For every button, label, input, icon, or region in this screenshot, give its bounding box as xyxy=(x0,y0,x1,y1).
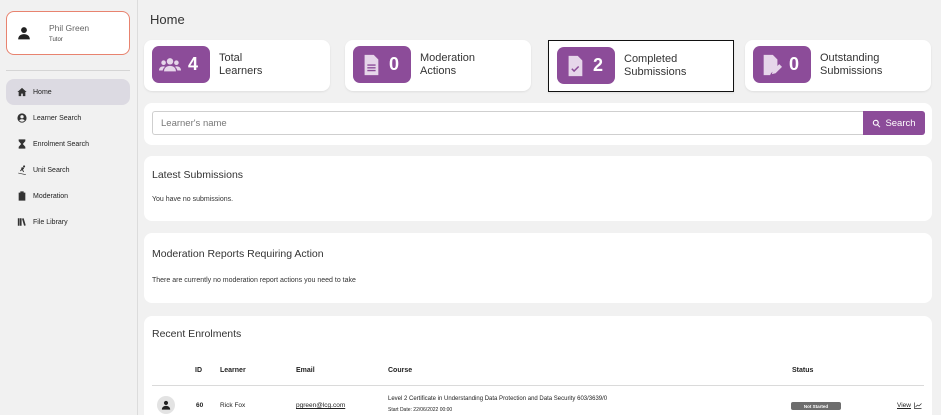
sidebar-divider xyxy=(6,70,130,71)
learner-search-card: Search xyxy=(144,103,932,145)
sidebar-item-label: Unit Search xyxy=(33,166,70,174)
document-lines-icon xyxy=(364,54,379,75)
hourglass-icon xyxy=(18,139,26,149)
learner-name-input[interactable] xyxy=(152,111,864,135)
sidebar-item-learner-search[interactable]: Learner Search xyxy=(6,105,130,131)
status-badge: Not Started xyxy=(791,402,841,410)
search-button-label: Search xyxy=(885,117,916,129)
clipboard-icon xyxy=(18,191,26,201)
user-name: Phil Green xyxy=(49,23,90,33)
column-header-learner: Learner xyxy=(220,367,246,374)
stat-label: Moderation Actions xyxy=(420,52,475,78)
stat-label-line1: Moderation xyxy=(420,52,476,64)
learner-email-link[interactable]: pgreen@lcg.com xyxy=(296,402,345,409)
sidebar-nav: Home Learner Search Enrolment Search Uni… xyxy=(6,79,130,235)
sidebar-item-label: Home xyxy=(33,88,52,96)
user-avatar-icon xyxy=(161,400,171,410)
stat-card-completed-submissions[interactable]: 2 Completed Submissions xyxy=(548,40,734,92)
learner-avatar xyxy=(157,396,175,414)
enrolment-id: 60 xyxy=(196,402,204,409)
stat-card-outstanding-submissions[interactable]: 0 Outstanding Submissions xyxy=(745,40,931,91)
sidebar-item-label: Enrolment Search xyxy=(33,140,90,148)
latest-submissions-title: Latest Submissions xyxy=(152,169,244,181)
stat-label-line2: Actions xyxy=(420,65,457,77)
people-group-icon xyxy=(159,57,181,71)
stat-badge: 2 xyxy=(557,47,615,84)
recent-enrolments-title: Recent Enrolments xyxy=(152,328,242,340)
stat-label-line1: Completed xyxy=(624,53,678,65)
sidebar-item-unit-search[interactable]: Unit Search xyxy=(6,157,130,183)
skier-icon xyxy=(18,165,26,175)
sidebar-item-label: Learner Search xyxy=(33,114,82,122)
stat-count: 0 xyxy=(789,54,800,74)
header-divider xyxy=(152,385,924,386)
stat-label: Completed Submissions xyxy=(624,53,686,79)
home-icon xyxy=(17,87,27,97)
learner-name: Rick Fox xyxy=(220,402,246,409)
course-name: Level 2 Certificate in Understanding Dat… xyxy=(388,396,608,402)
person-circle-icon xyxy=(17,113,27,123)
chart-trend-icon xyxy=(914,402,922,409)
stat-card-moderation-actions[interactable]: 0 Moderation Actions xyxy=(345,40,531,91)
stat-badge: 0 xyxy=(353,46,411,83)
column-header-course: Course xyxy=(388,367,413,374)
library-books-icon xyxy=(17,218,26,226)
stat-label: Outstanding Submissions xyxy=(820,52,882,78)
view-link-label: View xyxy=(897,402,911,409)
page-title: Home xyxy=(150,12,185,27)
sidebar-item-moderation[interactable]: Moderation xyxy=(6,183,130,209)
user-card[interactable]: Phil Green Tutor xyxy=(6,11,130,55)
search-button[interactable]: Search xyxy=(863,111,925,135)
stat-label-line2: Submissions xyxy=(624,66,687,78)
latest-submissions-empty: You have no submissions. xyxy=(152,196,234,203)
stat-badge: 4 xyxy=(152,46,210,83)
sidebar-item-label: File Library xyxy=(33,218,68,226)
sidebar-item-enrolment-search[interactable]: Enrolment Search xyxy=(6,131,130,157)
user-avatar-icon xyxy=(18,27,30,40)
sidebar-item-home[interactable]: Home xyxy=(6,79,130,105)
course-start-date: Start Date: 22/06/2022 00:00 xyxy=(388,407,453,413)
search-icon xyxy=(873,119,881,128)
sidebar: Phil Green Tutor Home Learner Search Enr… xyxy=(0,0,138,415)
user-role: Tutor xyxy=(49,37,63,43)
stat-count: 4 xyxy=(188,54,199,74)
column-header-status: Status xyxy=(792,367,814,374)
column-header-id: ID xyxy=(195,367,202,374)
view-enrolment-link[interactable]: View xyxy=(897,402,922,409)
stat-badge: 0 xyxy=(753,46,811,83)
stat-card-total-learners[interactable]: 4 Total Learners xyxy=(144,40,330,91)
stat-label-line2: Submissions xyxy=(820,65,883,77)
moderation-reports-title: Moderation Reports Requiring Action xyxy=(152,248,324,260)
document-edit-icon xyxy=(763,54,782,75)
column-header-email: Email xyxy=(296,367,315,374)
latest-submissions-panel: Latest Submissions You have no submissio… xyxy=(144,156,932,221)
stat-label-line2: Learners xyxy=(219,65,263,77)
document-check-icon xyxy=(568,55,583,76)
moderation-reports-empty: There are currently no moderation report… xyxy=(152,277,356,284)
sidebar-item-file-library[interactable]: File Library xyxy=(6,209,130,235)
stat-label-line1: Outstanding xyxy=(820,52,880,64)
stat-count: 0 xyxy=(389,54,400,74)
stat-count: 2 xyxy=(593,55,604,75)
moderation-reports-panel: Moderation Reports Requiring Action Ther… xyxy=(144,233,932,303)
stat-label: Total Learners xyxy=(219,52,262,78)
sidebar-item-label: Moderation xyxy=(33,192,69,200)
stat-label-line1: Total xyxy=(219,52,243,64)
